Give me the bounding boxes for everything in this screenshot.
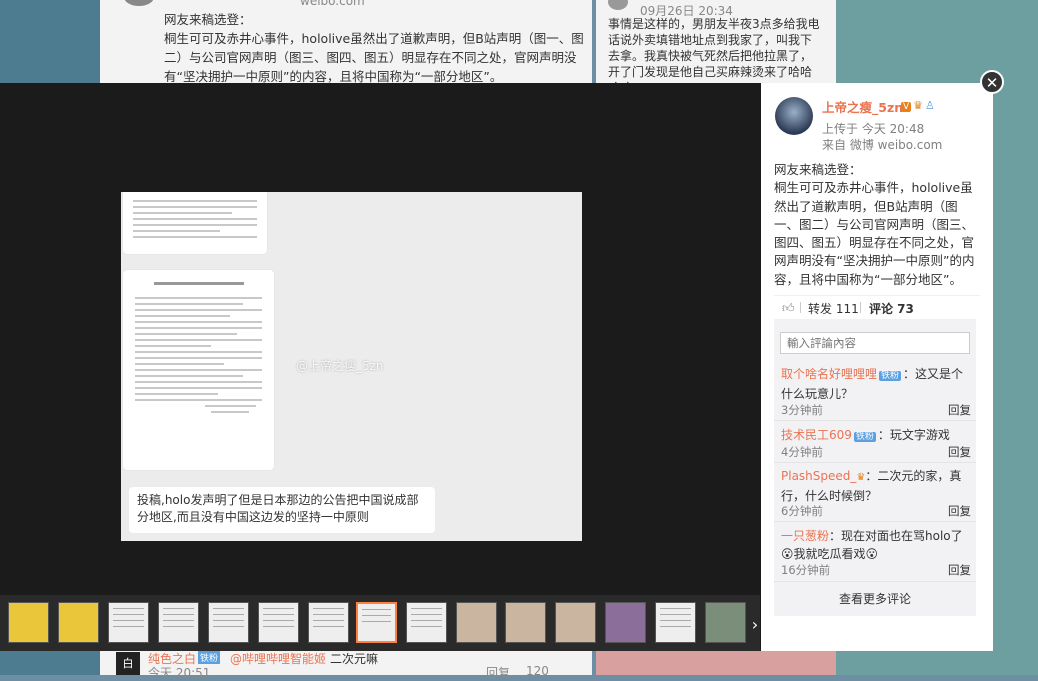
like-icon[interactable]: 👍︎ [782,301,795,316]
overlay-right-gap [993,83,1038,651]
comment-time: 16分钟前 [781,563,831,577]
member-icon: ♙ [925,99,935,112]
avatar: 白 [116,652,140,675]
chevron-right-icon[interactable]: › [748,615,762,635]
verified-icon: V [901,102,912,112]
background-image-card [596,650,836,675]
thumbnail[interactable] [406,602,447,643]
thumbnail[interactable] [705,602,746,643]
comment-footer: 16分钟前 回复 [781,562,971,578]
comment-time: 今天 20:51 [148,666,211,680]
comment-author[interactable]: 取个啥名好哩哩哩 [781,367,877,381]
fan-badge: 铁粉 [853,432,876,442]
comment-button[interactable]: 评论 73 [869,300,914,317]
comment-time: 6分钟前 [781,504,823,518]
document-page [123,270,274,470]
image-caption: 投稿,holo发声明了但是日本那边的公告把中国说成部分地区,而且没有中国这边发的… [129,487,435,533]
comment-footer: 4分钟前 回复 [781,444,971,460]
comment-item: 取个啥名好哩哩哩 铁粉 ：这又是个什么玩意儿？ [781,365,971,403]
background-post-card: weibo.com 网友来稿选登： 桐生可可及赤井心事件，hololive虽然出… [100,0,592,84]
reply-button[interactable]: 回复 [948,444,971,460]
background-post-text: 网友来稿选登： 桐生可可及赤井心事件，hololive虽然出了道歉声明，但B站声… [164,12,584,84]
fan-badge: 铁粉 [198,651,221,664]
post-meta: 上传于 今天 20:48 来自 微博 weibo.com [822,121,942,153]
comment-time: 4分钟前 [781,445,823,459]
mention-link[interactable]: @哔哩哔哩智能姬 [230,650,326,667]
thumbnail[interactable] [108,602,149,643]
reply-button[interactable]: 回复 [948,503,971,519]
user-badges: V ♛ ♙ [901,99,937,112]
comment-footer: 6分钟前 回复 [781,503,971,519]
thumbnail[interactable] [655,602,696,643]
divider [774,420,976,421]
comment-input[interactable] [780,332,970,354]
avatar [124,0,154,6]
thumbnail[interactable] [456,602,497,643]
document-page [123,192,267,254]
comment-author[interactable]: PlashSpeed_ [781,469,856,483]
post-author[interactable]: 上帝之瘦_5zn [822,97,903,116]
avatar[interactable] [775,97,813,135]
comment-item: 一只葱粉：现在对面也在骂holo了😮我就吃瓜看戏😮 [781,527,971,563]
post-source[interactable]: 来自 微博 weibo.com [822,137,942,153]
comment-footer: 3分钟前 回复 [781,402,971,418]
thumbnail[interactable] [208,602,249,643]
thumbnail[interactable] [308,602,349,643]
comment-text: 二次元嘛 [330,652,379,666]
reply-button[interactable]: 回复 [948,402,971,418]
avatar [608,0,628,10]
thumbnail[interactable] [258,602,299,643]
post-text: 网友来稿选登： 桐生可可及赤井心事件，hololive虽然出了道歉声明，但B站声… [774,162,975,287]
background-post-card-right: 09月26日 20:34 事情是这样的，男朋友半夜3点多给我电话说外卖填错地址点… [596,0,836,95]
reply-button[interactable]: 回复 [948,562,971,578]
background-comment-row: 白 纯色之白 铁粉 @哔哩哔哩智能姬 二次元嘛 今天 20:51 回复 120 [100,650,592,680]
main-image[interactable]: @上帝之瘦_5zn 投稿,holo发声明了但是日本那边的公告把中国说成部分地区,… [121,192,582,541]
forward-button[interactable]: 转发 111 [808,300,859,317]
divider [774,462,976,463]
like-count[interactable]: 120 [526,664,549,678]
comment-text: ：玩文字游戏 [877,428,950,442]
comment-item: 技术民工609 铁粉 ：玩文字游戏 [781,426,971,446]
post-info-panel: 上帝之瘦_5zn V ♛ ♙ 上传于 今天 20:48 来自 微博 weibo.co… [761,83,993,651]
thumbnail[interactable] [58,602,99,643]
thumbnail-active[interactable] [356,602,397,643]
fan-badge: 铁粉 [879,371,902,381]
reply-button[interactable]: 回复 [486,664,510,681]
upload-time: 上传于 今天 20:48 [822,122,925,136]
comment-item: PlashSpeed_♛：二次元的家，真行，什么时候倒？ [781,467,971,505]
thumbnail-strip: › [0,595,760,651]
thumbnail[interactable] [8,602,49,643]
thumbnail[interactable] [555,602,596,643]
close-icon[interactable]: ✕ [980,70,1004,94]
thumbnail[interactable] [158,602,199,643]
thumbnail[interactable] [505,602,546,643]
thumbnail[interactable] [605,602,646,643]
background-source: weibo.com [300,0,365,8]
post-actions: 👍︎ 转发 111 评论 73 [774,295,980,320]
comment-author[interactable]: 技术民工609 [781,428,852,442]
divider [774,581,976,582]
crown-icon: ♛ [913,99,924,112]
more-comments-link[interactable]: 查看更多评论 [774,590,976,607]
image-watermark: @上帝之瘦_5zn [296,359,384,373]
comment-section: 取个啥名好哩哩哩铁粉：这又是个什么玩意儿？ 3分钟前 回复 技术民工609铁粉：… [774,319,976,616]
comment-time: 3分钟前 [781,403,823,417]
comment-author[interactable]: 一只葱粉 [781,529,829,543]
divider [774,521,976,522]
